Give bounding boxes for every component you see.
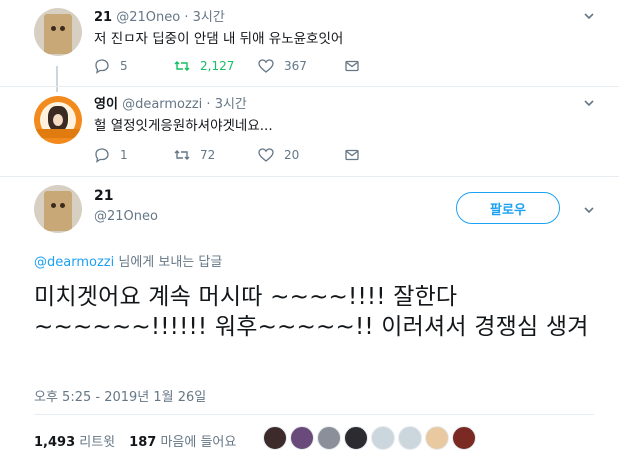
liker-avatar[interactable] xyxy=(425,426,449,450)
liker-avatar[interactable] xyxy=(452,426,476,450)
tweet-time[interactable]: 3시간 xyxy=(215,97,247,112)
dm-button[interactable] xyxy=(344,58,370,74)
reply-context-label: 님에게 보내는 답글 xyxy=(118,255,223,270)
display-name[interactable]: 21 xyxy=(94,188,113,204)
avatar[interactable] xyxy=(34,96,82,144)
like-button[interactable]: 367 xyxy=(258,58,344,74)
liker-avatar[interactable] xyxy=(290,426,314,450)
reply-button[interactable]: 5 xyxy=(94,58,174,74)
reply-icon xyxy=(95,59,109,74)
reply-mention-link[interactable]: @dearmozzi xyxy=(34,255,114,270)
retweet-icon xyxy=(174,150,190,160)
chevron-down-icon[interactable] xyxy=(583,204,595,216)
display-name[interactable]: 영이 xyxy=(94,97,118,112)
avatar[interactable] xyxy=(34,185,82,233)
like-stat[interactable]: 187 마음에 들어요 xyxy=(129,431,236,450)
retweet-stat[interactable]: 1,493 리트윗 xyxy=(34,431,115,450)
tweet-stats: 1,493 리트윗 187 마음에 들어요 xyxy=(34,431,250,450)
reply-count: 5 xyxy=(120,59,128,73)
retweet-button[interactable]: 72 xyxy=(174,147,258,163)
like-button[interactable]: 20 xyxy=(258,147,344,163)
reply-count: 1 xyxy=(120,148,128,162)
liker-avatar[interactable] xyxy=(317,426,341,450)
separator-dot: · xyxy=(206,97,211,112)
tweet-time[interactable]: 3시간 xyxy=(193,10,225,25)
retweet-count: 72 xyxy=(200,148,216,162)
avatar[interactable] xyxy=(34,8,82,56)
handle[interactable]: @21Oneo xyxy=(94,209,158,224)
like-icon xyxy=(258,148,274,162)
tweet-header: 영이 @dearmozzi · 3시간 xyxy=(94,93,247,112)
reply-icon xyxy=(95,148,109,163)
handle[interactable]: @dearmozzi xyxy=(122,97,202,112)
display-name[interactable]: 21 xyxy=(94,10,112,25)
tweet-header: 21 @21Oneo · 3시간 xyxy=(94,6,225,25)
handle[interactable]: @21Oneo xyxy=(116,10,180,25)
separator-dot: · xyxy=(184,10,189,25)
retweet-icon xyxy=(174,61,190,71)
reply-context: @dearmozzi 님에게 보내는 답글 xyxy=(34,251,222,270)
tweet-text: 저 진ㅁ자 딥중이 안댐 내 뒤애 유노윤호잇어 xyxy=(94,31,344,47)
liker-avatar[interactable] xyxy=(263,426,287,450)
paper-bag-avatar-icon xyxy=(44,14,72,54)
like-count: 20 xyxy=(284,148,300,162)
liker-avatar[interactable] xyxy=(344,426,368,450)
retweet-stat-count: 1,493 xyxy=(34,435,76,450)
liker-avatars xyxy=(263,426,479,450)
like-stat-count: 187 xyxy=(129,435,157,450)
chevron-down-icon[interactable] xyxy=(583,97,595,109)
paper-bag-avatar-icon xyxy=(44,191,72,231)
like-stat-label: 마음에 들어요 xyxy=(160,435,237,450)
dm-icon xyxy=(345,60,359,72)
retweet-count: 2,127 xyxy=(200,59,235,73)
like-icon xyxy=(258,59,274,73)
chevron-down-icon[interactable] xyxy=(583,10,595,22)
liker-avatar[interactable] xyxy=(371,426,395,450)
follow-button[interactable]: 팔로우 xyxy=(456,192,560,224)
tweet-timestamp[interactable]: 오후 5:25 - 2019년 1월 26일 xyxy=(34,386,206,405)
reply-button[interactable]: 1 xyxy=(94,147,174,163)
retweet-button[interactable]: 2,127 xyxy=(174,58,258,74)
thread-tweet-1[interactable]: 21 @21Oneo · 3시간 저 진ㅁ자 딥중이 안댐 내 뒤애 유노윤호잇… xyxy=(0,0,619,86)
tweet-text: 헐 열정잇게응원하셔야겟네요... xyxy=(94,118,273,134)
tweet-actions: 1 72 20 xyxy=(94,147,370,163)
dm-icon xyxy=(345,149,359,161)
liker-avatar[interactable] xyxy=(398,426,422,450)
main-tweet-text: 미치겟어요 계속 머시따 ~~~~!!!! 잘한다 ~~~~~~!!!!!! 워… xyxy=(34,284,589,340)
avatar-band xyxy=(34,129,82,138)
divider xyxy=(34,414,594,415)
retweet-stat-label: 리트윗 xyxy=(79,435,116,450)
dm-button[interactable] xyxy=(344,147,370,163)
thread-tweet-2[interactable]: 영이 @dearmozzi · 3시간 헐 열정잇게응원하셔야겟네요... 1 … xyxy=(0,87,619,176)
like-count: 367 xyxy=(284,59,307,73)
tweet-actions: 5 2,127 367 xyxy=(94,58,370,74)
